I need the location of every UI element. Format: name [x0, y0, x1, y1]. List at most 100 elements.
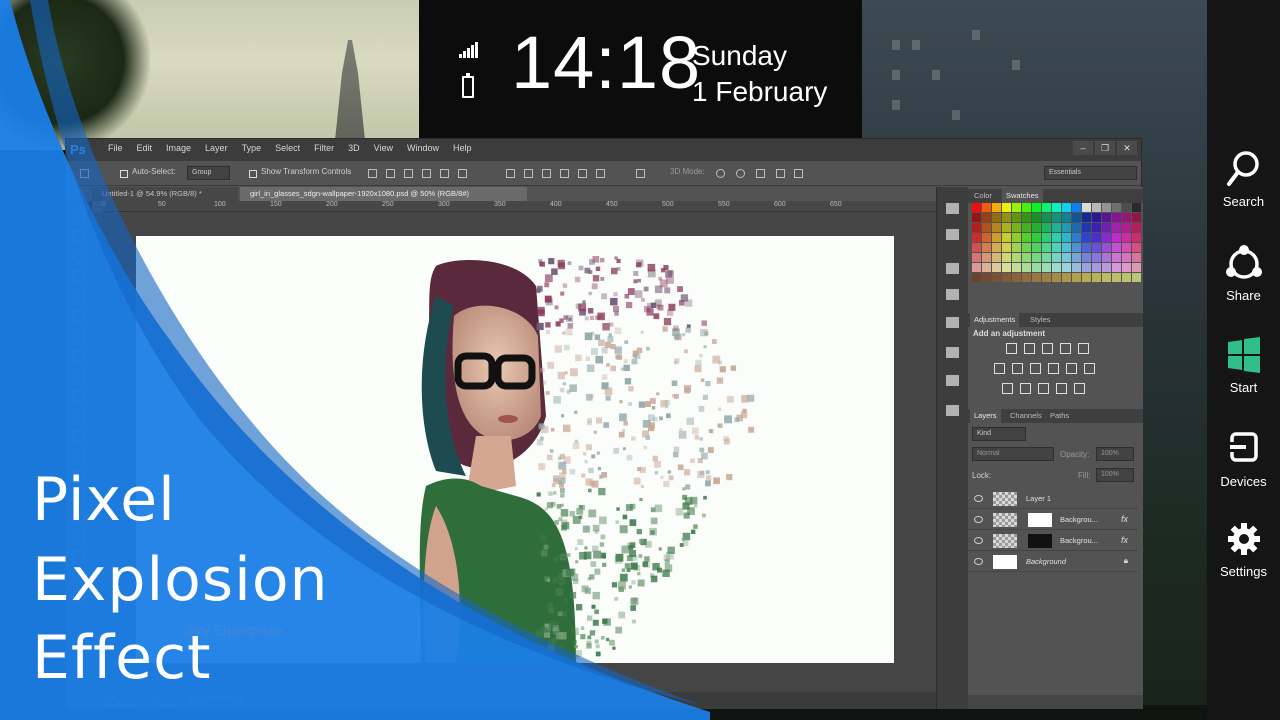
- swatch[interactable]: [1092, 253, 1101, 262]
- canvas-area[interactable]: [102, 212, 966, 692]
- adjustment-icon[interactable]: [994, 363, 1005, 374]
- swatch[interactable]: [1052, 203, 1061, 212]
- swatch[interactable]: [1132, 253, 1141, 262]
- menu-window[interactable]: Window: [400, 143, 446, 153]
- menu-layer[interactable]: Layer: [198, 143, 235, 153]
- charm-settings[interactable]: Settings: [1207, 520, 1280, 579]
- swatch[interactable]: [1012, 233, 1021, 242]
- swatch[interactable]: [992, 213, 1001, 222]
- swatch[interactable]: [1062, 273, 1071, 282]
- swatch[interactable]: [1102, 273, 1111, 282]
- eye-icon[interactable]: [974, 516, 983, 523]
- 3d-slide-icon[interactable]: [776, 169, 785, 178]
- tab-adjustments[interactable]: Adjustments: [970, 313, 1020, 327]
- menu-select[interactable]: Select: [268, 143, 307, 153]
- swatch[interactable]: [1042, 263, 1051, 272]
- swatch[interactable]: [982, 233, 991, 242]
- swatch[interactable]: [1022, 223, 1031, 232]
- swatch[interactable]: [1092, 223, 1101, 232]
- adjustment-icon[interactable]: [1074, 383, 1085, 394]
- adjustment-icon[interactable]: [1042, 343, 1053, 354]
- adjustment-icon[interactable]: [1024, 343, 1035, 354]
- swatch[interactable]: [1032, 233, 1041, 242]
- gradient-tool-icon[interactable]: [73, 431, 85, 443]
- align-right-icon[interactable]: [458, 169, 467, 178]
- swatch[interactable]: [1102, 233, 1111, 242]
- swatch[interactable]: [1082, 263, 1091, 272]
- swatch[interactable]: [972, 233, 981, 242]
- swatch[interactable]: [1022, 233, 1031, 242]
- info-icon[interactable]: [946, 317, 959, 328]
- swatch[interactable]: [1002, 223, 1011, 232]
- swatch[interactable]: [1052, 273, 1061, 282]
- swatch[interactable]: [992, 253, 1001, 262]
- adjustment-icon[interactable]: [1006, 343, 1017, 354]
- adjustment-icon[interactable]: [1056, 383, 1067, 394]
- properties-icon[interactable]: [946, 375, 959, 386]
- align-bottom-icon[interactable]: [404, 169, 413, 178]
- blur-tool-icon[interactable]: [73, 451, 85, 463]
- eraser-tool-icon[interactable]: [73, 411, 85, 423]
- maximize-button[interactable]: ❐: [1095, 141, 1115, 155]
- layer-row[interactable]: Background 🔒︎: [968, 552, 1138, 572]
- distribute-bottom-icon[interactable]: [542, 169, 551, 178]
- swatch[interactable]: [1012, 263, 1021, 272]
- adjustment-icon[interactable]: [1012, 363, 1023, 374]
- swatch[interactable]: [1102, 263, 1111, 272]
- adjustment-icon[interactable]: [1066, 363, 1077, 374]
- tab-color[interactable]: Color: [970, 189, 996, 203]
- swatch[interactable]: [1032, 273, 1041, 282]
- tab-girl-in-glasses[interactable]: girl_in_glasses_sdgn-wallpaper-1920x1080…: [240, 187, 527, 201]
- swatch[interactable]: [1052, 253, 1061, 262]
- swatch[interactable]: [1102, 223, 1111, 232]
- tab-styles[interactable]: Styles: [1026, 313, 1054, 327]
- swatch[interactable]: [1112, 223, 1121, 232]
- swatch[interactable]: [1052, 213, 1061, 222]
- swatch[interactable]: [1072, 253, 1081, 262]
- mini-bridge-tab[interactable]: Mini Bridge: [104, 703, 134, 709]
- charm-share[interactable]: Share: [1207, 244, 1280, 303]
- swatch[interactable]: [1062, 263, 1071, 272]
- swatch[interactable]: [1092, 233, 1101, 242]
- distribute-vcenter-icon[interactable]: [524, 169, 533, 178]
- eye-icon[interactable]: [974, 495, 983, 502]
- swatch[interactable]: [982, 243, 991, 252]
- swatch[interactable]: [1132, 243, 1141, 252]
- swatch[interactable]: [1122, 243, 1131, 252]
- swatch-grid[interactable]: [972, 203, 1141, 282]
- adjustment-icon[interactable]: [1030, 363, 1041, 374]
- swatch[interactable]: [1052, 243, 1061, 252]
- swatch[interactable]: [992, 273, 1001, 282]
- swatch[interactable]: [992, 223, 1001, 232]
- swatch[interactable]: [1122, 273, 1131, 282]
- swatch[interactable]: [1002, 213, 1011, 222]
- distribute-top-icon[interactable]: [506, 169, 515, 178]
- swatch[interactable]: [1072, 243, 1081, 252]
- swatch[interactable]: [1032, 223, 1041, 232]
- timeline-tab[interactable]: Timeline: [154, 703, 176, 709]
- swatch[interactable]: [972, 263, 981, 272]
- swatch[interactable]: [1082, 213, 1091, 222]
- swatch[interactable]: [982, 213, 991, 222]
- swatch[interactable]: [1072, 203, 1081, 212]
- history-icon[interactable]: [946, 203, 959, 214]
- move-tool-icon[interactable]: [73, 211, 85, 223]
- swatch[interactable]: [1092, 203, 1101, 212]
- swatch[interactable]: [1062, 223, 1071, 232]
- histogram-icon[interactable]: [946, 289, 959, 300]
- swatch[interactable]: [1022, 273, 1031, 282]
- swatch[interactable]: [1122, 253, 1131, 262]
- swatch[interactable]: [1132, 203, 1141, 212]
- swatch[interactable]: [1102, 213, 1111, 222]
- minimize-button[interactable]: –: [1073, 141, 1093, 155]
- charm-start[interactable]: Start: [1207, 336, 1280, 395]
- eye-icon[interactable]: [974, 558, 983, 565]
- clone-source-icon[interactable]: [946, 347, 959, 358]
- swatch[interactable]: [1082, 233, 1091, 242]
- align-left-icon[interactable]: [422, 169, 431, 178]
- swatch[interactable]: [1122, 263, 1131, 272]
- move-tool-icon[interactable]: [80, 169, 89, 178]
- swatch[interactable]: [1052, 233, 1061, 242]
- swatch[interactable]: [1092, 273, 1101, 282]
- history-brush-tool-icon[interactable]: [73, 391, 85, 403]
